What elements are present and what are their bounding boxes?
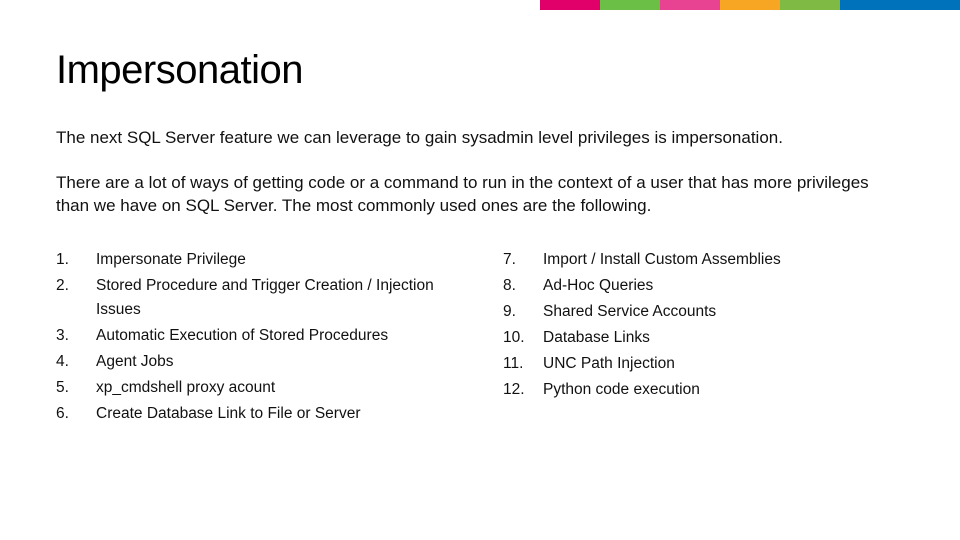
list-item-number: 10. <box>503 326 529 350</box>
list-item-number: 7. <box>503 248 529 272</box>
list-item-text: Python code execution <box>543 378 700 402</box>
list-item: 8. Ad-Hoc Queries <box>503 274 904 298</box>
list-item-text: Import / Install Custom Assemblies <box>543 248 781 272</box>
list-item-text: Database Links <box>543 326 650 350</box>
list-item-number: 3. <box>56 324 82 348</box>
list-item: 5. xp_cmdshell proxy acount <box>56 376 457 400</box>
list-item-number: 5. <box>56 376 82 400</box>
paragraph-1: The next SQL Server feature we can lever… <box>56 127 904 150</box>
accent-stripe <box>540 0 960 10</box>
list-item-number: 11. <box>503 352 529 376</box>
paragraph-2: There are a lot of ways of getting code … <box>56 172 904 218</box>
list-item: 11. UNC Path Injection <box>503 352 904 376</box>
list-item-number: 9. <box>503 300 529 324</box>
list-item: 6. Create Database Link to File or Server <box>56 402 457 426</box>
stripe-segment <box>540 0 600 10</box>
stripe-segment <box>660 0 720 10</box>
list-item-text: Shared Service Accounts <box>543 300 716 324</box>
list-item-text: Ad-Hoc Queries <box>543 274 653 298</box>
list-item: 7. Import / Install Custom Assemblies <box>503 248 904 272</box>
stripe-segment <box>720 0 780 10</box>
list-column-right: 7. Import / Install Custom Assemblies 8. Ad… <box>503 248 904 428</box>
list-item: 4. Agent Jobs <box>56 350 457 374</box>
list-item-number: 2. <box>56 274 82 322</box>
list-item-number: 4. <box>56 350 82 374</box>
list-item: 2. Stored Procedure and Trigger Creation … <box>56 274 457 322</box>
list-item: 9. Shared Service Accounts <box>503 300 904 324</box>
list-item-text: Automatic Execution of Stored Procedures <box>96 324 388 348</box>
slide: Impersonation The next SQL Server featur… <box>0 0 960 540</box>
list-item: 3. Automatic Execution of Stored Procedur… <box>56 324 457 348</box>
list-item-text: Impersonate Privilege <box>96 248 246 272</box>
list-item: 12. Python code execution <box>503 378 904 402</box>
list-item: 1. Impersonate Privilege <box>56 248 457 272</box>
ordered-list-right: 7. Import / Install Custom Assemblies 8. Ad… <box>503 248 904 402</box>
list-item-text: Agent Jobs <box>96 350 174 374</box>
list-column-left: 1. Impersonate Privilege 2. Stored Procedur… <box>56 248 457 428</box>
stripe-segment <box>780 0 840 10</box>
list-item-text: xp_cmdshell proxy acount <box>96 376 275 400</box>
list-container: 1. Impersonate Privilege 2. Stored Procedur… <box>56 248 904 428</box>
list-item-text: UNC Path Injection <box>543 352 675 376</box>
list-item-number: 12. <box>503 378 529 402</box>
stripe-segment <box>600 0 660 10</box>
list-item-number: 6. <box>56 402 82 426</box>
ordered-list-left: 1. Impersonate Privilege 2. Stored Procedur… <box>56 248 457 426</box>
list-item: 10. Database Links <box>503 326 904 350</box>
list-item-text: Stored Procedure and Trigger Creation / … <box>96 274 457 322</box>
slide-title: Impersonation <box>56 48 904 93</box>
list-item-number: 8. <box>503 274 529 298</box>
list-item-text: Create Database Link to File or Server <box>96 402 360 426</box>
list-item-number: 1. <box>56 248 82 272</box>
stripe-segment <box>840 0 960 10</box>
